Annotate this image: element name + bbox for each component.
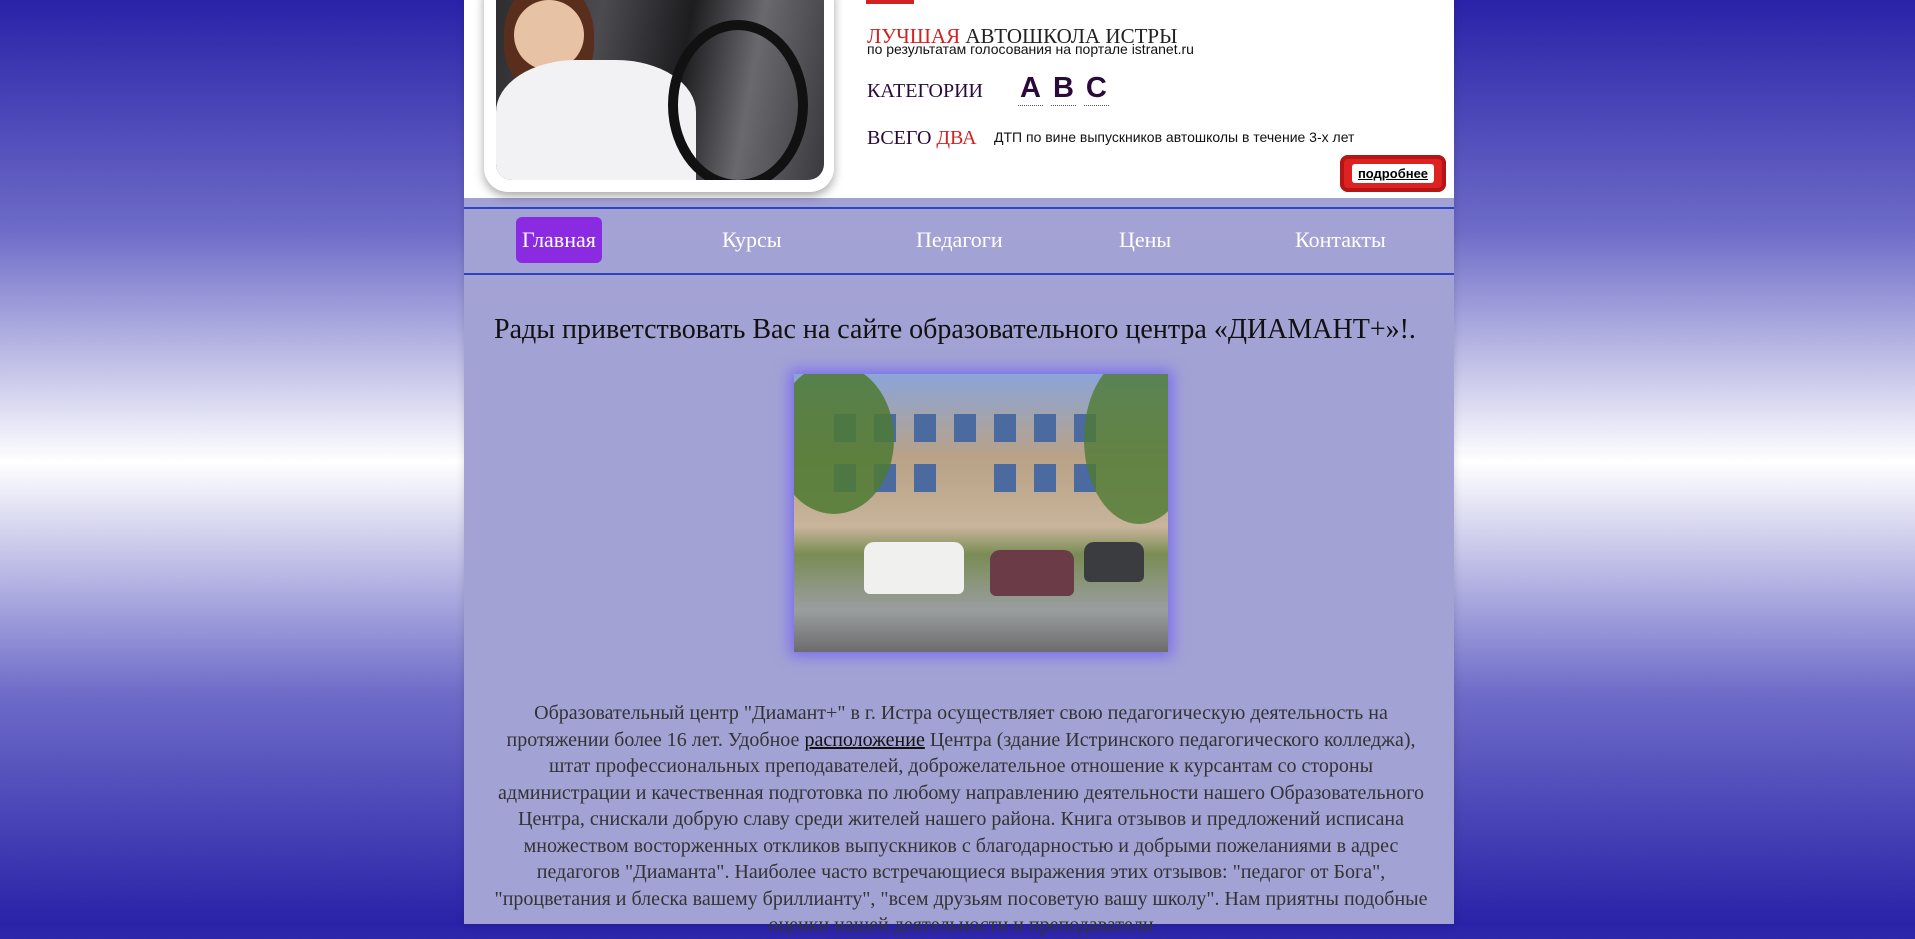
total-subtitle: ДТП по вине выпускников автошколы в тече… [994, 129, 1355, 145]
photo-window [994, 464, 1016, 492]
more-button-label[interactable]: подробнее [1351, 164, 1435, 183]
photo-tree [1084, 374, 1168, 524]
intro-paragraph: Образовательный центр "Диамант+" в г. Ис… [486, 700, 1436, 939]
photo-window [914, 464, 936, 492]
intro-text-part2: Центра (здание Истринского педагогическо… [494, 728, 1428, 937]
photo-car-dark [1084, 542, 1144, 582]
driving-woman-photo [496, 0, 824, 180]
photo-window [954, 414, 976, 442]
header-photo-frame [484, 0, 834, 192]
photo-car-maroon [990, 550, 1074, 596]
nav-item-courses[interactable]: Курсы [716, 217, 788, 263]
header-red-tab [866, 0, 914, 4]
nav-item-prices[interactable]: Цены [1113, 217, 1177, 263]
total-accidents: ВСЕГО ДВА [867, 127, 977, 150]
welcome-heading: Рады приветствовать Вас на сайте образов… [494, 314, 1416, 345]
page-container: ЛУЧШАЯ АВТОШКОЛА ИСТРЫ по результатам го… [464, 0, 1454, 936]
total-label: ВСЕГО [867, 127, 932, 149]
total-red: ДВА [936, 127, 977, 149]
photo-window [1034, 414, 1056, 442]
category-a-link[interactable]: A [1018, 72, 1043, 106]
building-photo [794, 374, 1168, 652]
photo-window [914, 414, 936, 442]
nav-item-teachers[interactable]: Педагоги [910, 217, 1009, 263]
steering-wheel-shape [668, 20, 808, 180]
categories-label: КАТЕГОРИИ [867, 80, 983, 102]
location-link[interactable]: расположение [804, 729, 924, 751]
photo-window [994, 414, 1016, 442]
nav-item-home[interactable]: Главная [516, 217, 602, 263]
photo-window [1034, 464, 1056, 492]
more-button[interactable]: подробнее [1340, 155, 1446, 192]
site-header: ЛУЧШАЯ АВТОШКОЛА ИСТРЫ по результатам го… [464, 0, 1454, 198]
photo-tree [794, 374, 894, 514]
category-b-link[interactable]: B [1050, 72, 1076, 106]
photo-body [496, 60, 696, 180]
nav-item-contacts[interactable]: Контакты [1289, 217, 1392, 263]
main-nav: Главная Курсы Педагоги Цены Контакты [464, 207, 1454, 275]
category-letters: A B C [1018, 72, 1109, 106]
category-c-link[interactable]: C [1083, 72, 1109, 106]
slogan-subtitle: по результатам голосования на портале is… [867, 41, 1194, 57]
photo-car-white [864, 542, 964, 594]
